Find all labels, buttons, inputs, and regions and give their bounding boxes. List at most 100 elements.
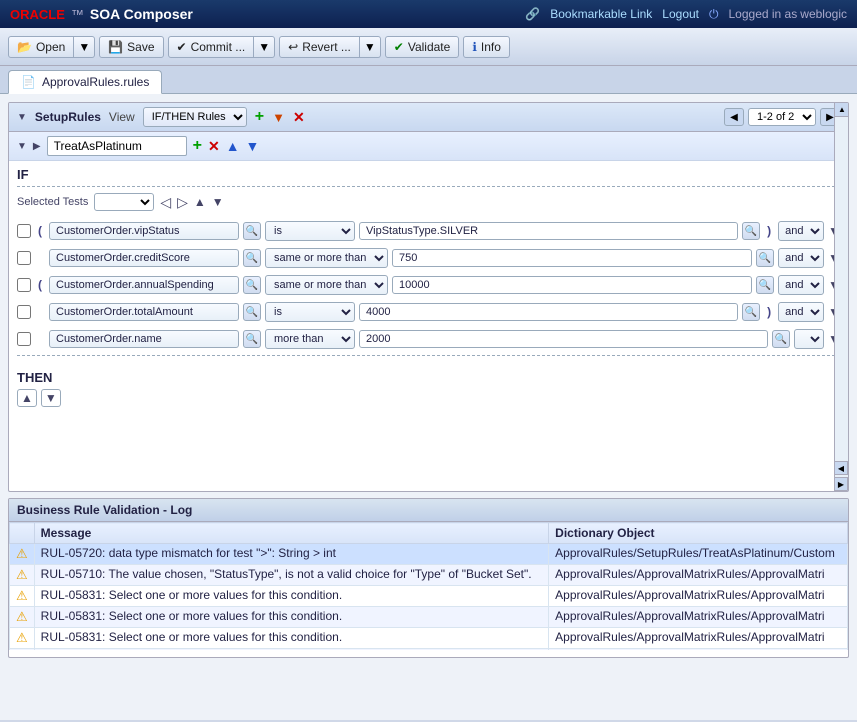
- view-select[interactable]: IF/THEN Rules: [143, 107, 247, 127]
- logout-link[interactable]: Logout: [662, 7, 699, 21]
- log-warn-icon: ⚠: [10, 586, 35, 607]
- log-scroll[interactable]: Message Dictionary Object ⚠RUL-05720: da…: [9, 522, 848, 650]
- rule-name-input[interactable]: [47, 136, 187, 156]
- cond-operator-1[interactable]: same or more than: [265, 248, 388, 268]
- cond-connector-2[interactable]: and: [778, 275, 824, 295]
- nav-area: ◀ 1-2 of 2 ▶: [724, 108, 840, 126]
- test-up[interactable]: ▲: [194, 195, 206, 209]
- revert-arrow[interactable]: ▼: [360, 36, 381, 58]
- condition-row: ( CustomerOrder.vipStatus 🔍 is VipStatus…: [17, 219, 840, 243]
- cond-connector-4[interactable]: [794, 329, 824, 349]
- cond-search-3[interactable]: 🔍: [243, 303, 261, 321]
- then-section: THEN ▲ ▼: [9, 366, 848, 411]
- cond-value-2: 10000: [392, 276, 752, 294]
- log-dictionary: ApprovalRules/ApprovalMatrixRules/Approv…: [549, 649, 848, 651]
- then-up-arrow[interactable]: ▲: [17, 389, 37, 407]
- cond-search2-3[interactable]: 🔍: [742, 303, 760, 321]
- cond-value-4: 2000: [359, 330, 768, 348]
- divider: ™: [71, 7, 84, 22]
- tests-select[interactable]: [94, 193, 154, 211]
- open-button[interactable]: 📂 Open: [8, 36, 74, 58]
- cond-checkbox-2[interactable]: [17, 278, 31, 292]
- cond-operator-4[interactable]: more than: [265, 329, 355, 349]
- test-nav-1[interactable]: ◁: [160, 194, 171, 211]
- add-rule-button[interactable]: +: [255, 108, 264, 126]
- top-bar-right: 🔗 Bookmarkable Link Logout ⏻ Logged in a…: [525, 7, 847, 22]
- move-down-button[interactable]: ▼: [246, 138, 260, 154]
- page-select[interactable]: 1-2 of 2: [748, 108, 816, 126]
- tab-bar: 📄 ApprovalRules.rules: [0, 66, 857, 94]
- selected-tests-row: Selected Tests ◁ ▷ ▲ ▼: [17, 191, 840, 213]
- remove-condition-button[interactable]: ✕: [208, 138, 220, 155]
- log-table: Message Dictionary Object ⚠RUL-05720: da…: [9, 522, 848, 650]
- commit-button-split[interactable]: ✔ Commit ... ▼: [168, 36, 276, 58]
- cond-search-0[interactable]: 🔍: [243, 222, 261, 240]
- validate-icon: ✔: [394, 40, 404, 54]
- revert-button[interactable]: ↩ Revert ...: [279, 36, 360, 58]
- revert-icon: ↩: [288, 40, 298, 54]
- cond-close-paren-0: ): [764, 224, 774, 238]
- cond-open-paren-4: [35, 332, 45, 346]
- then-arrows: ▲ ▼: [17, 389, 840, 407]
- cond-open-paren-2: (: [35, 278, 45, 292]
- move-up-button[interactable]: ▲: [226, 138, 240, 154]
- add-condition-button[interactable]: +: [193, 137, 202, 155]
- cond-operator-3[interactable]: is: [265, 302, 355, 322]
- save-button[interactable]: 💾 Save: [99, 36, 163, 58]
- validate-button[interactable]: ✔ Validate: [385, 36, 460, 58]
- cond-connector-0[interactable]: and: [778, 221, 824, 241]
- cond-search-2[interactable]: 🔍: [243, 276, 261, 294]
- cond-search2-0[interactable]: 🔍: [742, 222, 760, 240]
- cond-connector-1[interactable]: and: [778, 248, 824, 268]
- corner-btn-bottom[interactable]: ▶: [834, 477, 848, 491]
- info-icon: ℹ: [472, 40, 477, 54]
- bookmarkable-link[interactable]: Bookmarkable Link: [550, 7, 652, 21]
- corner-btn-top[interactable]: ◀: [834, 461, 848, 475]
- log-warn-icon: ⚠: [10, 544, 35, 565]
- rule-expand-icon[interactable]: ▶: [33, 141, 41, 152]
- collapse-arrow[interactable]: ▼: [17, 112, 27, 123]
- cond-operator-0[interactable]: is: [265, 221, 355, 241]
- view-label: View: [109, 110, 135, 124]
- chain-icon: 🔗: [525, 7, 540, 21]
- log-dictionary: ApprovalRules/ApprovalMatrixRules/Approv…: [549, 628, 848, 649]
- prev-page-button[interactable]: ◀: [724, 108, 744, 126]
- cond-connector-3[interactable]: and: [778, 302, 824, 322]
- log-warn-icon: ⚠: [10, 565, 35, 586]
- test-down[interactable]: ▼: [212, 195, 224, 209]
- log-dictionary: ApprovalRules/ApprovalMatrixRules/Approv…: [549, 607, 848, 628]
- approval-rules-tab[interactable]: 📄 ApprovalRules.rules: [8, 70, 162, 94]
- cond-close-paren-3: ): [764, 305, 774, 319]
- tab-label: ApprovalRules.rules: [42, 75, 149, 89]
- condition-row: CustomerOrder.name 🔍 more than 2000 🔍 ▼: [17, 327, 840, 351]
- cond-search2-2[interactable]: 🔍: [756, 276, 774, 294]
- log-message: RUL-05720: data type mismatch for test "…: [34, 544, 549, 565]
- open-arrow[interactable]: ▼: [74, 36, 95, 58]
- open-button-split[interactable]: 📂 Open ▼: [8, 36, 95, 58]
- commit-button[interactable]: ✔ Commit ...: [168, 36, 255, 58]
- test-nav-2[interactable]: ▷: [177, 194, 188, 211]
- top-bar: ORACLE ™ SOA Composer 🔗 Bookmarkable Lin…: [0, 0, 857, 28]
- log-message: RUL-05831: Select one or more values for…: [34, 649, 549, 651]
- cond-operator-2[interactable]: same or more than: [265, 275, 388, 295]
- cond-checkbox-4[interactable]: [17, 332, 31, 346]
- commit-arrow[interactable]: ▼: [254, 36, 275, 58]
- validate-label: Validate: [408, 40, 450, 54]
- rule-collapse-icon[interactable]: ▼: [17, 141, 27, 152]
- rule-row: ▼ ▶ + ✕ ▲ ▼: [9, 132, 848, 161]
- log-dictionary: ApprovalRules/ApprovalMatrixRules/Approv…: [549, 565, 848, 586]
- cond-checkbox-1[interactable]: [17, 251, 31, 265]
- info-button[interactable]: ℹ Info: [463, 36, 510, 58]
- cond-checkbox-0[interactable]: [17, 224, 31, 238]
- delete-rule-button[interactable]: ✕: [293, 109, 305, 126]
- cond-field-2: CustomerOrder.annualSpending: [49, 276, 239, 294]
- cond-search2-4[interactable]: 🔍: [772, 330, 790, 348]
- revert-button-split[interactable]: ↩ Revert ... ▼: [279, 36, 381, 58]
- cond-search-4[interactable]: 🔍: [243, 330, 261, 348]
- then-down-arrow[interactable]: ▼: [41, 389, 61, 407]
- cond-search2-1[interactable]: 🔍: [756, 249, 774, 267]
- scroll-up[interactable]: ▲: [835, 103, 849, 117]
- cond-search-1[interactable]: 🔍: [243, 249, 261, 267]
- add-rule-dropdown[interactable]: ▼: [272, 110, 285, 125]
- cond-checkbox-3[interactable]: [17, 305, 31, 319]
